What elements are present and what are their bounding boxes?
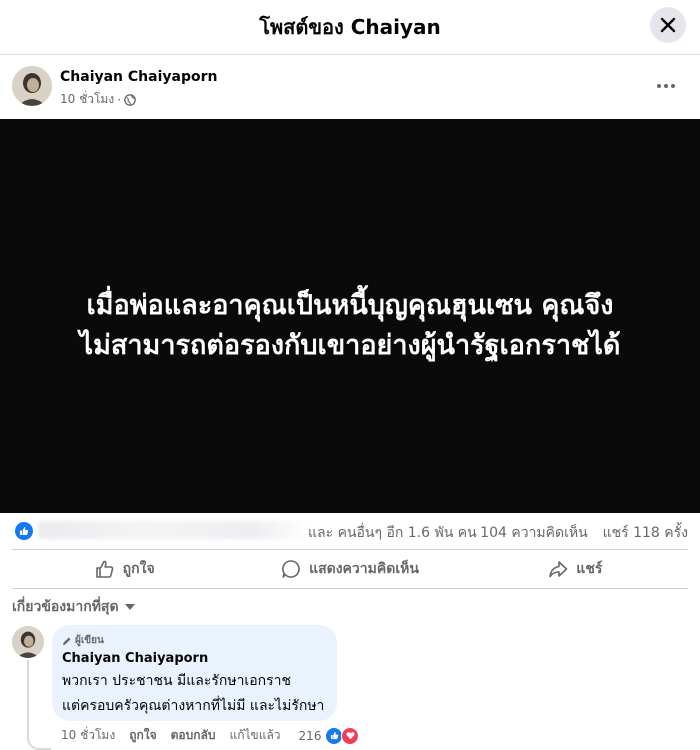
share-button[interactable]: แชร์ [463, 550, 688, 588]
post-stats: และ คนอื่นๆ อีก 1.6 พัน คน 104 ความคิดเห… [12, 518, 688, 542]
like-icon [20, 527, 29, 535]
dialog-header: โพสต์ของ Chaiyan [0, 0, 700, 55]
reaction-others-text[interactable]: และ คนอื่นๆ อีก 1.6 พัน คน [308, 522, 477, 544]
comment-time[interactable]: 10 ชั่วโมง [61, 726, 115, 745]
post-author-row: Chaiyan Chaiyaporn 10 ชั่วโมง · [12, 66, 688, 110]
post-action-bar: ถูกใจ แสดงความคิดเห็น แชร์ [12, 549, 688, 589]
comment-actions: 10 ชั่วโมง ถูกใจ ตอบกลับ แก้ไขแล้ว 216 [61, 726, 360, 745]
comment-share-counts: 104 ความคิดเห็น แชร์ 118 ครั้ง [480, 522, 688, 544]
comment-text-line2: แต่ครอบครัวคุณต่างหากที่ไม่มี และไม่รักษ… [62, 698, 325, 714]
comment-icon [282, 560, 300, 578]
comment-button[interactable]: แสดงความคิดเห็น [237, 550, 462, 588]
more-options-button[interactable] [650, 72, 682, 100]
post-image-text: เมื่อพ่อและอาคุณเป็นหนี้บุญคุณฮุนเซน คุณ… [10, 286, 690, 366]
like-icon [330, 731, 339, 740]
comments-count[interactable]: 104 ความคิดเห็น [480, 525, 588, 541]
post-image-text-line2: ไม่สามารถต่อรองกับเขาอย่างผู้นำรัฐเอกราช… [79, 330, 621, 361]
comment-edited-label: แก้ไขแล้ว [229, 728, 281, 742]
comment-text-line1: พวกเรา ประชาชน มีและรักษาเอกราช [62, 673, 291, 689]
comment-reactions[interactable]: 216 [298, 726, 360, 745]
reaction-like-badge[interactable] [14, 521, 34, 541]
shares-count[interactable]: แชร์ 118 ครั้ง [603, 525, 688, 541]
author-badge: ผู้เขียน [62, 633, 104, 648]
comment-bubble: ผู้เขียน Chaiyan Chaiyaporn พวกเรา ประชา… [52, 625, 337, 721]
pencil-icon [63, 637, 71, 645]
author-badge-label: ผู้เขียน [75, 635, 104, 646]
close-icon [660, 17, 676, 33]
comment-label: แสดงความคิดเห็น [309, 561, 419, 577]
meta-separator: · [117, 92, 122, 107]
blurred-reactor-names [38, 521, 308, 539]
more-icon [657, 84, 675, 88]
author-name[interactable]: Chaiyan Chaiyaporn [60, 69, 217, 85]
share-label: แชร์ [576, 561, 603, 577]
like-button[interactable]: ถูกใจ [12, 550, 237, 588]
avatar[interactable] [12, 66, 52, 106]
comment-reply-button[interactable]: ตอบกลับ [171, 726, 216, 745]
like-label: ถูกใจ [122, 561, 155, 577]
post-meta: 10 ชั่วโมง · [60, 90, 136, 109]
reply-thread-line [27, 660, 51, 750]
globe-icon [124, 93, 136, 106]
comment-filter-label: เกี่ยวข้องมากที่สุด [12, 599, 119, 615]
chevron-down-icon [124, 604, 135, 610]
comment-avatar[interactable] [12, 626, 44, 658]
comment-author-name[interactable]: Chaiyan Chaiyaporn [62, 651, 208, 666]
dialog-title: โพสต์ของ Chaiyan [259, 15, 441, 39]
love-reaction [341, 726, 360, 745]
post-image[interactable]: เมื่อพ่อและอาคุณเป็นหนี้บุญคุณฮุนเซน คุณ… [0, 119, 700, 513]
share-icon [549, 561, 568, 578]
close-button[interactable] [650, 7, 686, 43]
post-time[interactable]: 10 ชั่วโมง [60, 90, 114, 109]
post-image-text-line1: เมื่อพ่อและอาคุณเป็นหนี้บุญคุณฮุนเซน คุณ… [86, 290, 614, 321]
love-icon [346, 732, 355, 740]
comment-like-button[interactable]: ถูกใจ [129, 726, 156, 745]
comment-reaction-count: 216 [298, 728, 322, 743]
comment-filter-dropdown[interactable]: เกี่ยวข้องมากที่สุด [12, 596, 135, 618]
like-icon [95, 560, 113, 578]
